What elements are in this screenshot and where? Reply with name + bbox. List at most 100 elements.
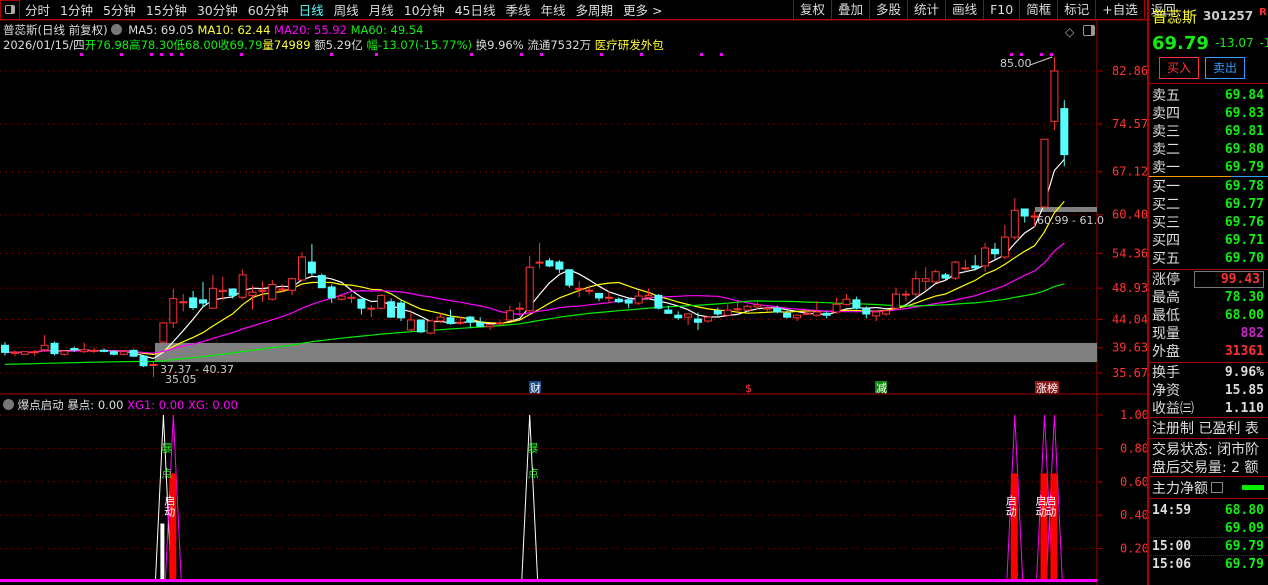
tab-period[interactable]: 季线	[501, 0, 536, 19]
candle[interactable]	[1060, 100, 1069, 167]
candle[interactable]	[832, 297, 841, 314]
candle[interactable]	[575, 281, 584, 298]
tool-button[interactable]: 统计	[907, 0, 945, 20]
tab-period[interactable]: 周线	[329, 0, 364, 19]
candle[interactable]	[298, 252, 306, 282]
candle[interactable]	[644, 288, 653, 300]
collapse-icon[interactable]	[3, 399, 14, 410]
buy-button[interactable]: 买入	[1159, 57, 1199, 79]
candle[interactable]	[595, 292, 603, 302]
candle[interactable]	[387, 298, 396, 318]
candle[interactable]	[337, 294, 346, 301]
candle[interactable]	[971, 255, 980, 271]
tab-period[interactable]: 年线	[536, 0, 571, 19]
panel-toggle-icon[interactable]	[1083, 25, 1095, 36]
candle[interactable]	[535, 242, 544, 269]
candle[interactable]	[377, 294, 386, 310]
tab-period[interactable]: 1分钟	[55, 0, 98, 19]
candle[interactable]	[525, 255, 534, 313]
tool-button[interactable]: 多股	[869, 0, 907, 20]
candle[interactable]	[555, 260, 564, 273]
candle[interactable]	[367, 304, 376, 318]
candle[interactable]	[783, 309, 792, 319]
tab-period[interactable]: 30分钟	[192, 0, 243, 19]
candle[interactable]	[486, 324, 495, 330]
tool-button[interactable]: 画线	[945, 0, 983, 20]
list-icon[interactable]	[1211, 482, 1223, 493]
candle[interactable]	[10, 350, 19, 357]
candle[interactable]	[565, 269, 574, 288]
tab-period[interactable]: 45日线	[450, 0, 501, 19]
candle[interactable]	[268, 280, 277, 301]
candle[interactable]	[179, 294, 188, 312]
candle[interactable]	[30, 349, 39, 357]
diamond-icon[interactable]: ◇	[1065, 25, 1074, 39]
sector-link[interactable]: 医疗研发外包	[595, 38, 664, 52]
candle[interactable]	[327, 284, 336, 304]
tool-button[interactable]: 简框	[1019, 0, 1057, 20]
candle[interactable]	[763, 306, 772, 313]
tool-button[interactable]: 复权	[793, 0, 831, 20]
sell-button[interactable]: 卖出	[1205, 57, 1245, 79]
candle[interactable]	[199, 281, 207, 307]
candle[interactable]	[416, 319, 425, 334]
candle[interactable]	[901, 290, 910, 302]
indicator-title[interactable]: 爆点启动	[18, 398, 64, 412]
candle[interactable]	[258, 281, 267, 302]
tool-button[interactable]: +自选	[1095, 0, 1143, 20]
candle[interactable]	[812, 301, 821, 317]
candle[interactable]	[822, 311, 831, 319]
candle[interactable]	[723, 304, 732, 316]
candle[interactable]	[357, 298, 366, 315]
candle[interactable]	[634, 290, 643, 305]
candle[interactable]	[238, 269, 247, 300]
tab-period[interactable]: 10分钟	[399, 0, 450, 19]
tool-button[interactable]: 标记	[1057, 0, 1095, 20]
candle[interactable]	[317, 273, 326, 289]
candle[interactable]	[1020, 208, 1029, 223]
candle[interactable]	[1050, 57, 1059, 131]
candle[interactable]	[159, 322, 168, 343]
candle[interactable]	[1040, 138, 1049, 208]
candle[interactable]	[397, 299, 405, 321]
candle[interactable]	[20, 351, 29, 355]
candle[interactable]	[743, 304, 752, 312]
candle[interactable]	[208, 274, 217, 309]
candle[interactable]	[892, 287, 900, 310]
candle[interactable]	[981, 242, 990, 272]
candle[interactable]	[852, 296, 861, 310]
tab-period[interactable]: 60分钟	[243, 0, 294, 19]
candle[interactable]	[347, 294, 356, 304]
candle[interactable]	[911, 271, 920, 297]
tab-period[interactable]: 15分钟	[141, 0, 192, 19]
tab-period[interactable]: 分时	[20, 0, 55, 19]
candle[interactable]	[654, 294, 663, 310]
candle[interactable]	[40, 335, 49, 352]
candle[interactable]	[921, 267, 930, 291]
candle[interactable]	[1010, 198, 1019, 240]
tab-period[interactable]: 多周期	[571, 0, 619, 19]
candle[interactable]	[218, 276, 227, 301]
candle[interactable]	[793, 314, 801, 321]
candle[interactable]	[288, 277, 297, 296]
candle[interactable]	[466, 315, 475, 328]
candle[interactable]	[149, 361, 158, 377]
tab-period[interactable]: 更多 >	[618, 0, 667, 19]
candle[interactable]	[307, 244, 316, 276]
candle[interactable]	[1000, 224, 1009, 260]
candle[interactable]	[90, 347, 99, 353]
tool-button[interactable]: 叠加	[831, 0, 869, 20]
candle[interactable]	[100, 348, 108, 353]
candle[interactable]	[991, 242, 999, 259]
candle[interactable]	[505, 305, 514, 321]
candle[interactable]	[446, 309, 455, 325]
candle[interactable]	[139, 354, 148, 368]
candle[interactable]	[674, 311, 683, 320]
candle[interactable]	[842, 294, 851, 306]
candle[interactable]	[80, 342, 89, 353]
candle[interactable]	[882, 309, 891, 316]
candle[interactable]	[60, 350, 69, 356]
candle[interactable]	[951, 260, 960, 281]
candle[interactable]	[614, 297, 623, 304]
candle[interactable]	[129, 349, 138, 357]
